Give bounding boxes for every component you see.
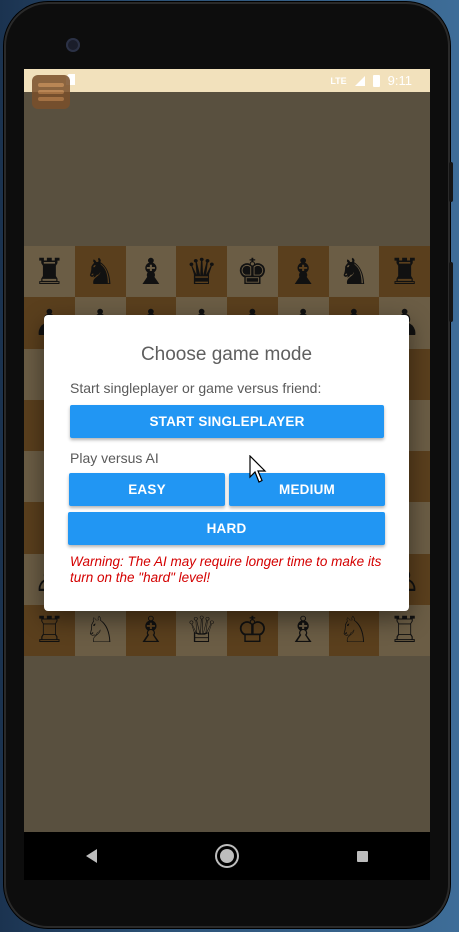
chess-piece: ♘ — [337, 609, 371, 651]
menu-icon[interactable] — [32, 75, 70, 109]
board-square[interactable]: ♗ — [125, 604, 177, 656]
board-square[interactable]: ♜ — [24, 246, 75, 298]
battery-icon — [372, 74, 380, 87]
app-screen: LTE 9:11 ♜♞♝♛♚♝♞♜♟♟♟♟♟♟♟♟♙♙♙♙♙♙♙♙♖♘♗♕♔♗♘… — [24, 69, 430, 880]
chess-piece: ♗ — [286, 609, 320, 651]
ai-section-label: Play versus AI — [70, 450, 159, 466]
chess-piece: ♖ — [388, 609, 421, 651]
mouse-cursor-icon — [249, 455, 267, 483]
start-singleplayer-button[interactable]: START SINGLEPLAYER — [70, 405, 384, 438]
board-square[interactable]: ♝ — [125, 246, 177, 298]
board-square[interactable]: ♝ — [277, 246, 329, 298]
chess-piece: ♝ — [286, 250, 320, 292]
home-icon[interactable] — [219, 849, 234, 863]
chess-piece: ♘ — [83, 609, 117, 651]
board-square[interactable]: ♜ — [379, 246, 430, 298]
board-square[interactable]: ♞ — [328, 246, 380, 298]
status-bar: LTE 9:11 — [24, 69, 430, 92]
back-icon[interactable] — [85, 849, 97, 863]
board-square[interactable]: ♚ — [227, 246, 278, 298]
chess-piece: ♚ — [236, 250, 269, 292]
navigation-bar — [24, 832, 430, 880]
board-square[interactable]: ♗ — [277, 604, 329, 656]
dialog-title: Choose game mode — [140, 344, 313, 365]
chess-piece: ♔ — [236, 609, 269, 651]
dialog-subtitle: Start singleplayer or game versus friend… — [70, 380, 322, 396]
easy-button[interactable]: EASY — [69, 473, 225, 506]
recents-icon[interactable] — [357, 850, 369, 862]
board-square[interactable]: ♘ — [74, 604, 126, 656]
status-time: 9:11 — [387, 73, 412, 88]
board-square[interactable]: ♘ — [328, 604, 380, 656]
board-square[interactable]: ♖ — [379, 604, 430, 656]
chess-piece: ♜ — [388, 250, 421, 292]
game-mode-dialog: Choose game mode Start singleplayer or g… — [44, 315, 409, 611]
chess-piece: ♞ — [83, 250, 117, 292]
chess-piece: ♗ — [134, 609, 168, 651]
board-square[interactable]: ♞ — [74, 246, 126, 298]
board-square[interactable]: ♕ — [176, 604, 227, 656]
signal-bars-icon — [354, 75, 365, 86]
signal-icon: LTE — [330, 75, 347, 86]
power-button — [449, 162, 453, 202]
board-square[interactable]: ♛ — [176, 246, 227, 298]
board-square[interactable]: ♔ — [227, 604, 278, 656]
board-square[interactable]: ♖ — [24, 604, 75, 656]
chess-piece: ♝ — [134, 250, 168, 292]
volume-button — [449, 262, 453, 322]
chess-piece: ♞ — [337, 250, 371, 292]
chess-piece: ♛ — [185, 250, 218, 292]
chess-piece: ♖ — [33, 609, 66, 651]
front-camera — [66, 38, 80, 52]
chess-piece: ♕ — [185, 609, 218, 651]
ai-warning-text: Warning: The AI may require longer time … — [70, 554, 382, 585]
hard-button[interactable]: HARD — [68, 512, 385, 545]
chess-piece: ♜ — [33, 250, 66, 292]
